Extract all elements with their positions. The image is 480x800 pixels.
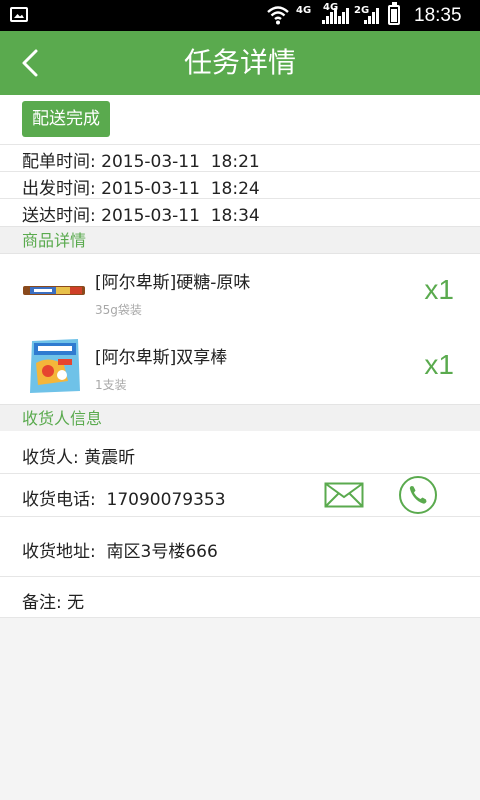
- products-section-header: 商品详情: [0, 226, 480, 254]
- deliver-time-label: 送达时间: [22, 206, 90, 226]
- depart-time-value: 2015-03-11 18:24: [101, 179, 260, 199]
- receiver-name-label: 收货人: [22, 448, 73, 468]
- product-item[interactable]: [阿尔卑斯]双享棒 1支装 x1: [0, 329, 480, 405]
- wifi-icon: [267, 6, 289, 25]
- assign-time-label: 配单时间: [22, 152, 90, 172]
- phone-icon[interactable]: [398, 475, 438, 515]
- depart-time-label: 出发时间: [22, 179, 90, 199]
- product-quantity: x1: [424, 349, 454, 380]
- receiver-phone-row: 收货电话: 17090079353: [22, 490, 226, 510]
- product-item[interactable]: [阿尔卑斯]硬糖-原味 35g袋装 x1: [0, 254, 480, 330]
- receiver-address-label: 收货地址: [22, 542, 90, 562]
- clock-time: 18:35: [414, 5, 462, 26]
- note-label: 备注: [22, 593, 56, 613]
- product-quantity: x1: [424, 274, 454, 305]
- product-spec: 35g袋装: [95, 303, 142, 317]
- divider: [0, 171, 480, 172]
- candy-roll-image: [23, 286, 85, 295]
- order-summary: 配送完成 配单时间: 2015-03-11 18:21 出发时间: 2015-0…: [0, 95, 480, 226]
- divider: [0, 576, 480, 577]
- depart-time-row: 出发时间: 2015-03-11 18:24: [22, 179, 260, 199]
- photo-icon: [10, 7, 28, 22]
- divider: [0, 144, 480, 145]
- mail-icon[interactable]: [324, 482, 364, 508]
- deliver-time-row: 送达时间: 2015-03-11 18:34: [22, 206, 260, 226]
- receiver-section-header: 收货人信息: [0, 404, 480, 432]
- product-spec: 1支装: [95, 378, 127, 392]
- assign-time-row: 配单时间: 2015-03-11 18:21: [22, 152, 260, 172]
- page-title: 任务详情: [183, 46, 296, 79]
- status-bar: 4G 4G 2G 18:35: [0, 0, 480, 31]
- signal-icon: [334, 8, 350, 24]
- divider: [0, 617, 480, 618]
- battery-icon: [388, 2, 400, 25]
- app-header: 任务详情: [0, 31, 480, 95]
- note-value: 无: [67, 593, 85, 613]
- product-name: [阿尔卑斯]硬糖-原味: [95, 273, 251, 293]
- receiver-address-value: 南区3号楼666: [106, 542, 218, 562]
- product-name: [阿尔卑斯]双享棒: [95, 348, 228, 368]
- network-type-label: 4G: [296, 5, 312, 16]
- receiver-name-value: 黄震昕: [84, 448, 136, 468]
- receiver-phone-value: 17090079353: [106, 490, 226, 510]
- receiver-phone-label: 收货电话: [22, 490, 90, 510]
- assign-time-value: 2015-03-11 18:21: [101, 152, 260, 172]
- status-badge: 配送完成: [22, 101, 110, 137]
- divider: [0, 473, 480, 474]
- receiver-address-row: 收货地址: 南区3号楼666: [22, 542, 218, 562]
- deliver-time-value: 2015-03-11 18:34: [101, 206, 260, 226]
- divider: [0, 516, 480, 517]
- receiver-name-row: 收货人: 黄震昕: [22, 448, 136, 468]
- signal-icon: [364, 8, 380, 24]
- divider: [0, 198, 480, 199]
- note-row: 备注: 无: [22, 593, 85, 613]
- receiver-info: 收货人: 黄震昕 收货电话: 17090079353 收货地址: 南区3号楼66…: [0, 431, 480, 618]
- candy-pack-image: [30, 339, 80, 393]
